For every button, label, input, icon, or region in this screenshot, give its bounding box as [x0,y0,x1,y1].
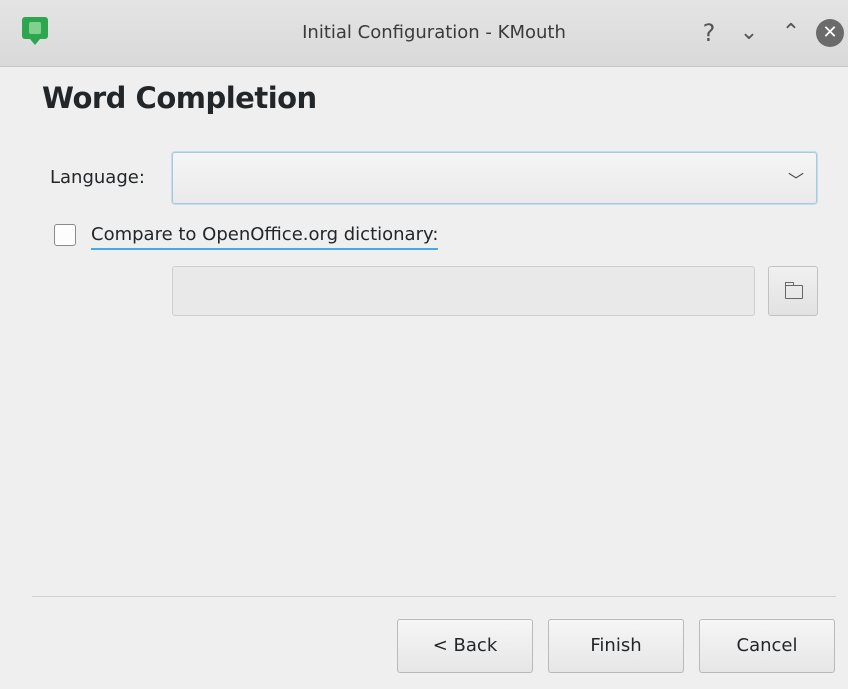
close-button[interactable]: ✕ [816,19,844,47]
wizard-page: Word Completion Language: ﹀ Compare to O… [10,67,848,689]
dictionary-path-field [172,266,755,316]
chevron-down-icon: ﹀ [787,171,804,190]
compare-dictionary-checkbox[interactable] [54,224,76,246]
browse-button [768,266,818,316]
help-button[interactable]: ? [694,18,724,48]
language-combobox[interactable]: ﹀ [172,152,817,204]
language-label: Language: [50,167,145,188]
back-button[interactable]: < Back [397,619,533,673]
page-title: Word Completion [42,81,317,115]
folder-icon [785,282,803,299]
compare-dictionary-label[interactable]: Compare to OpenOffice.org dictionary: [91,224,439,250]
divider [32,596,836,597]
cancel-button[interactable]: Cancel [699,619,835,673]
title-bar: Initial Configuration - KMouth ? ⌄ ⌃ ✕ [0,0,848,67]
maximize-button[interactable]: ⌃ [776,18,806,48]
minimize-button[interactable]: ⌄ [734,18,764,48]
finish-button[interactable]: Finish [548,619,684,673]
